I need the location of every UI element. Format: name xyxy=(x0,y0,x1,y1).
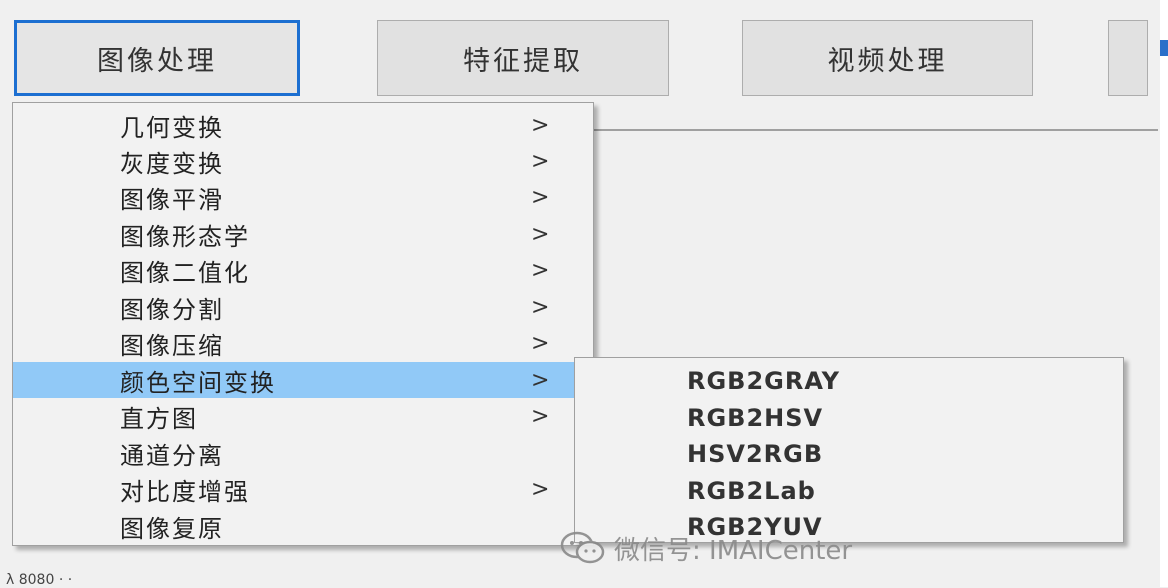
submenu-item-rgb2gray[interactable]: RGB2GRAY xyxy=(575,362,1123,399)
content-divider xyxy=(590,129,1158,131)
menu-item-image-smoothing[interactable]: 图像平滑 > xyxy=(13,179,593,215)
toolbar-button-partial[interactable] xyxy=(1108,20,1148,96)
menu-item-binarization[interactable]: 图像二值化 > xyxy=(13,252,593,288)
menu-item-label: 图像压缩 xyxy=(120,331,224,360)
menu-item-morphology[interactable]: 图像形态学 > xyxy=(13,216,593,252)
menu-item-label: 颜色空间变换 xyxy=(120,368,276,397)
image-processing-menu: 几何变换 > 灰度变换 > 图像平滑 > 图像形态学 > 图像二值化 > 图像分… xyxy=(12,102,594,546)
chevron-right-icon: > xyxy=(531,367,550,393)
menu-item-label: 通道分离 xyxy=(120,441,224,470)
menu-item-label: 图像形态学 xyxy=(120,222,250,251)
submenu-item-rgb2hsv[interactable]: RGB2HSV xyxy=(575,399,1123,436)
menu-item-histogram[interactable]: 直方图 > xyxy=(13,398,593,434)
menu-item-label: 图像平滑 xyxy=(120,185,224,214)
color-space-submenu: RGB2GRAY RGB2HSV HSV2RGB RGB2Lab RGB2YUV xyxy=(574,357,1124,543)
chevron-right-icon: > xyxy=(531,476,550,502)
submenu-item-label: RGB2HSV xyxy=(687,403,824,432)
menu-item-label: 几何变换 xyxy=(120,113,224,142)
video-processing-button[interactable]: 视频处理 xyxy=(742,20,1033,96)
image-processing-button[interactable]: 图像处理 xyxy=(14,20,300,96)
window-edge xyxy=(1160,0,1168,587)
menu-item-label: 图像分割 xyxy=(120,295,224,324)
chevron-right-icon: > xyxy=(531,221,550,247)
menu-item-restoration[interactable]: 图像复原 xyxy=(13,508,593,544)
menu-item-label: 对比度增强 xyxy=(120,477,250,506)
chevron-right-icon: > xyxy=(531,257,550,283)
chevron-right-icon: > xyxy=(531,294,550,320)
chevron-right-icon: > xyxy=(531,330,550,356)
menu-item-contrast-enhance[interactable]: 对比度增强 > xyxy=(13,471,593,507)
menu-item-label: 图像复原 xyxy=(120,514,224,543)
chevron-right-icon: > xyxy=(531,112,550,138)
menu-item-compression[interactable]: 图像压缩 > xyxy=(13,325,593,361)
status-text: λ 8080 · · xyxy=(6,572,73,588)
menu-item-channel-split[interactable]: 通道分离 xyxy=(13,435,593,471)
menu-item-geometric-transform[interactable]: 几何变换 > xyxy=(13,107,593,143)
menu-item-label: 灰度变换 xyxy=(120,149,224,178)
chevron-right-icon: > xyxy=(531,184,550,210)
wechat-icon xyxy=(560,531,605,564)
watermark-text: 微信号: IMAICenter xyxy=(614,535,853,566)
submenu-item-label: RGB2Lab xyxy=(687,476,816,505)
submenu-item-label: RGB2GRAY xyxy=(687,366,841,395)
menu-item-segmentation[interactable]: 图像分割 > xyxy=(13,289,593,325)
chevron-right-icon: > xyxy=(531,148,550,174)
feature-extraction-button[interactable]: 特征提取 xyxy=(377,20,669,96)
edge-accent xyxy=(1160,40,1168,56)
menu-item-label: 图像二值化 xyxy=(120,258,250,287)
menu-item-label: 直方图 xyxy=(120,404,198,433)
submenu-item-rgb2lab[interactable]: RGB2Lab xyxy=(575,472,1123,509)
menu-item-color-space[interactable]: 颜色空间变换 > xyxy=(13,362,593,398)
wechat-watermark: 微信号: IMAICenter xyxy=(560,526,852,570)
submenu-item-hsv2rgb[interactable]: HSV2RGB xyxy=(575,435,1123,472)
chevron-right-icon: > xyxy=(531,403,550,429)
menu-item-gray-transform[interactable]: 灰度变换 > xyxy=(13,143,593,179)
submenu-item-label: HSV2RGB xyxy=(687,439,824,468)
